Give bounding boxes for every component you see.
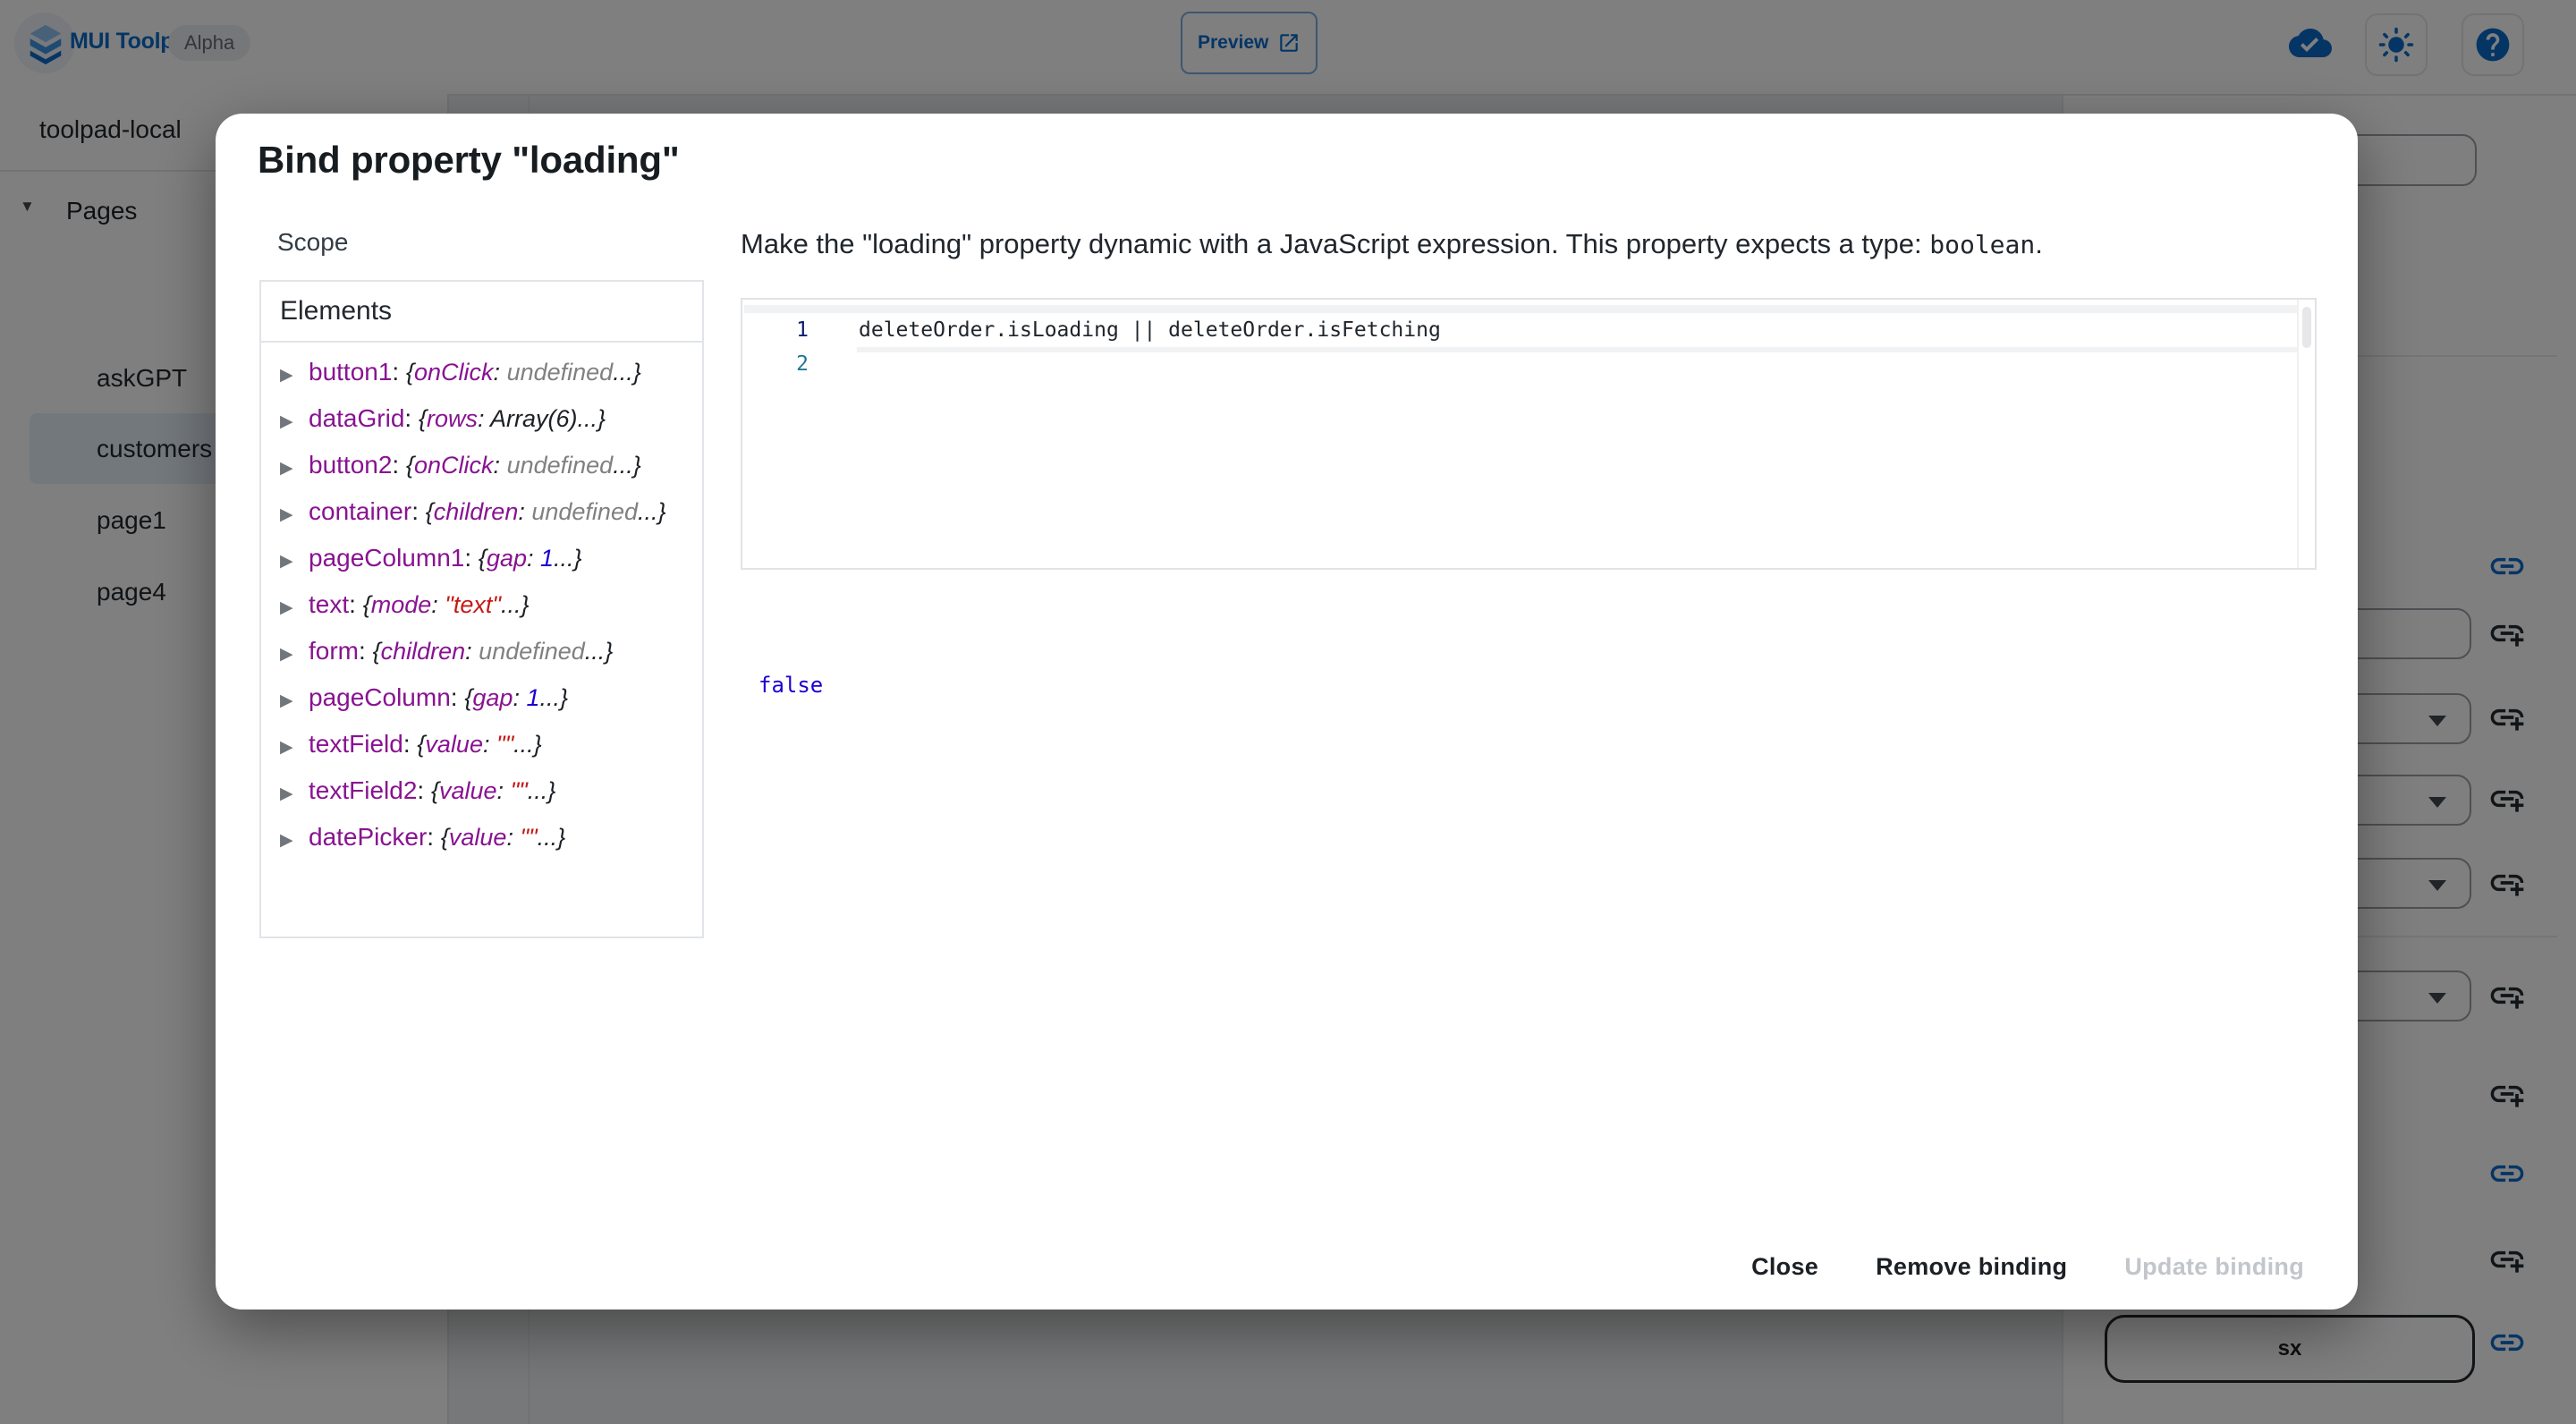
expand-triangle-icon[interactable]: ▶: [280, 540, 309, 583]
editor-scrollbar-thumb[interactable]: [2302, 307, 2311, 348]
editor-scrollbar-track[interactable]: [2297, 300, 2315, 568]
editor-gutter: 12: [742, 313, 832, 381]
code-line: deleteOrder.isLoading || deleteOrder.isF…: [859, 313, 2295, 347]
expand-triangle-icon[interactable]: ▶: [280, 773, 309, 816]
editor-code[interactable]: deleteOrder.isLoading || deleteOrder.isF…: [859, 313, 2295, 381]
scope-tree-item-button2[interactable]: ▶button2: {onClick: undefined...}: [280, 444, 684, 490]
editor-padding-strip: [744, 305, 2297, 313]
tree-item-preview: {value: ""...}: [431, 777, 555, 804]
tree-item-name: button2: [309, 451, 392, 479]
dialog-actions: Close Remove binding Update binding: [1728, 1237, 2327, 1296]
remove-binding-button[interactable]: Remove binding: [1852, 1237, 2090, 1296]
line-number: 1: [742, 313, 832, 347]
scope-tree-item-pageColumn1[interactable]: ▶pageColumn1: {gap: 1...}: [280, 537, 684, 583]
scope-elements-panel: Elements ▶button1: {onClick: undefined..…: [259, 280, 704, 938]
scope-tree-item-form[interactable]: ▶form: {children: undefined...}: [280, 630, 684, 676]
expand-triangle-icon[interactable]: ▶: [280, 726, 309, 769]
tree-item-name: pageColumn: [309, 683, 451, 711]
tree-item-name: textField2: [309, 776, 417, 804]
tree-item-name: pageColumn1: [309, 544, 464, 572]
dialog-title: Bind property "loading": [258, 139, 680, 182]
dialog-description: Make the "loading" property dynamic with…: [741, 227, 2351, 262]
tree-item-preview: {value: ""...}: [441, 824, 565, 851]
expand-triangle-icon[interactable]: ▶: [280, 447, 309, 490]
elements-header: Elements: [261, 282, 702, 343]
evaluated-result: false: [758, 673, 823, 698]
expand-triangle-icon[interactable]: ▶: [280, 633, 309, 676]
tree-item-preview: {children: undefined...}: [373, 638, 614, 665]
code-line: [859, 347, 2295, 381]
tree-item-name: datePicker: [309, 823, 427, 851]
expand-triangle-icon[interactable]: ▶: [280, 494, 309, 537]
line-number: 2: [742, 347, 832, 381]
tree-item-preview: {gap: 1...}: [464, 684, 568, 711]
tree-item-preview: {onClick: undefined...}: [406, 359, 641, 386]
tree-item-preview: {children: undefined...}: [426, 498, 666, 525]
scope-tree-item-container[interactable]: ▶container: {children: undefined...}: [280, 490, 684, 537]
bind-property-dialog: Bind property "loading" Scope Elements ▶…: [216, 114, 2358, 1310]
tree-item-name: button1: [309, 358, 392, 386]
tree-item-name: container: [309, 497, 411, 525]
tree-item-name: dataGrid: [309, 404, 404, 432]
scope-tree-item-pageColumn[interactable]: ▶pageColumn: {gap: 1...}: [280, 676, 684, 723]
tree-item-name: text: [309, 590, 349, 618]
tree-item-name: textField: [309, 730, 403, 758]
expand-triangle-icon[interactable]: ▶: [280, 354, 309, 397]
tree-item-preview: {gap: 1...}: [479, 545, 582, 572]
expand-triangle-icon[interactable]: ▶: [280, 587, 309, 630]
tree-item-preview: {onClick: undefined...}: [406, 452, 641, 479]
tree-item-name: form: [309, 637, 359, 665]
expression-editor[interactable]: 12 deleteOrder.isLoading || deleteOrder.…: [741, 298, 2317, 570]
update-binding-button[interactable]: Update binding: [2101, 1237, 2327, 1296]
expand-triangle-icon[interactable]: ▶: [280, 401, 309, 444]
expand-triangle-icon[interactable]: ▶: [280, 819, 309, 862]
expected-type: boolean: [1929, 230, 2035, 259]
tree-item-preview: {mode: "text"...}: [363, 591, 530, 618]
scope-tree-item-textField[interactable]: ▶textField: {value: ""...}: [280, 723, 684, 769]
scope-tree-item-dataGrid[interactable]: ▶dataGrid: {rows: Array(6)...}: [280, 397, 684, 444]
scope-tree: ▶button1: {onClick: undefined...}▶dataGr…: [261, 343, 702, 862]
tree-item-preview: {rows: Array(6)...}: [419, 405, 606, 432]
tree-item-preview: {value: ""...}: [417, 731, 541, 758]
scope-tree-item-text[interactable]: ▶text: {mode: "text"...}: [280, 583, 684, 630]
close-button[interactable]: Close: [1728, 1237, 1842, 1296]
scope-tree-item-button1[interactable]: ▶button1: {onClick: undefined...}: [280, 351, 684, 397]
scope-tree-item-textField2[interactable]: ▶textField2: {value: ""...}: [280, 769, 684, 816]
scope-tree-item-datePicker[interactable]: ▶datePicker: {value: ""...}: [280, 816, 684, 862]
scope-label: Scope: [277, 228, 348, 257]
expand-triangle-icon[interactable]: ▶: [280, 680, 309, 723]
